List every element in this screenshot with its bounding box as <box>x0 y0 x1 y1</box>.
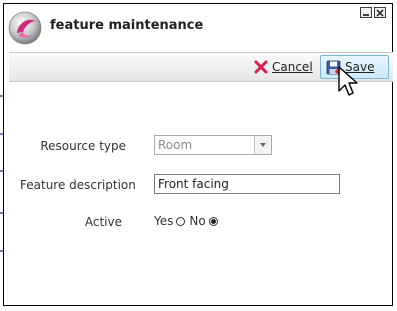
active-yes-label: Yes <box>154 214 174 228</box>
active-no-label: No <box>189 214 206 228</box>
action-toolbar: Cancel Save <box>9 52 393 82</box>
dialog-title: feature maintenance <box>50 18 204 33</box>
close-button[interactable] <box>374 7 386 18</box>
mouse-pointer-icon <box>338 66 358 96</box>
cancel-label: Cancel <box>272 60 313 74</box>
active-no-radio[interactable] <box>208 216 218 226</box>
feature-description-label: Feature description <box>20 178 136 192</box>
active-label: Active <box>84 215 122 229</box>
minimize-button[interactable] <box>360 7 372 18</box>
x-icon <box>254 60 268 74</box>
feature-maintenance-dialog: feature maintenance Cancel Save Resource… <box>3 3 393 306</box>
app-logo-icon <box>8 11 42 45</box>
resource-type-value: Room <box>158 138 193 152</box>
resource-type-select[interactable]: Room <box>154 135 272 155</box>
resource-type-label: Resource type <box>40 139 126 153</box>
minimize-icon <box>363 13 369 16</box>
feature-description-input[interactable] <box>154 174 340 194</box>
active-yes-radio[interactable] <box>176 216 186 226</box>
dropdown-arrow-icon[interactable] <box>254 136 271 154</box>
cancel-button[interactable]: Cancel <box>249 55 318 79</box>
active-radio-group: Yes No <box>154 214 222 228</box>
close-icon <box>376 8 384 17</box>
